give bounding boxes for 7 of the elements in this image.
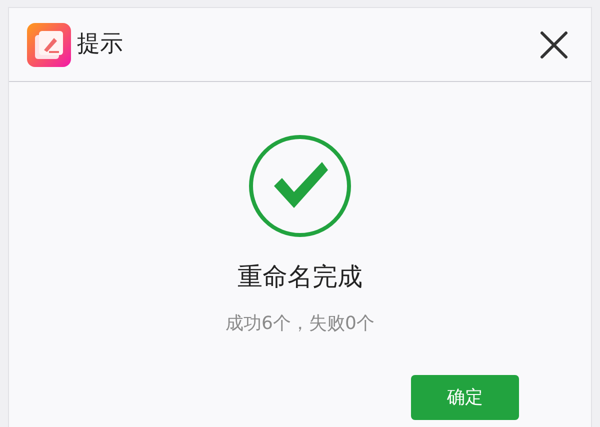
message-title: 重命名完成 — [238, 261, 362, 293]
app-logo-icon — [27, 22, 71, 66]
message-detail: 成功6个，失败0个 — [226, 312, 374, 336]
success-check-icon — [248, 134, 352, 238]
window-title: 提示 — [77, 30, 123, 60]
close-icon[interactable] — [539, 30, 569, 60]
confirm-button[interactable]: 确定 — [411, 375, 519, 420]
